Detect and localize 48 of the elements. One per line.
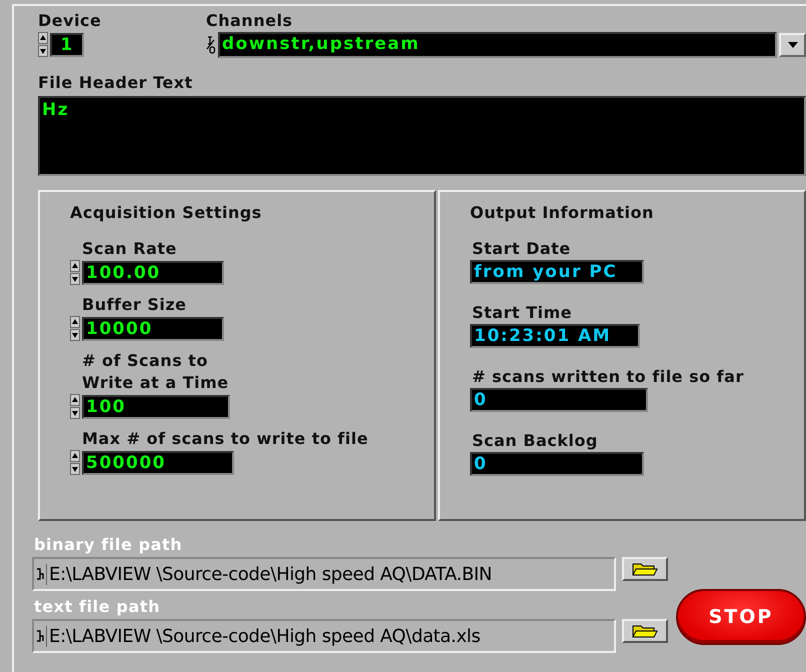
path-field[interactable]: E:\LABVIEW \Source-code\High speed AQ\data.xls <box>32 619 616 653</box>
decrement-button[interactable] <box>70 329 80 341</box>
numeric-input[interactable]: 100 <box>82 394 230 418</box>
folder-icon <box>632 624 658 638</box>
channels-label: Channels <box>206 10 294 32</box>
increment-button[interactable] <box>38 32 48 44</box>
increment-button[interactable] <box>70 394 80 406</box>
increment-button[interactable] <box>70 450 80 462</box>
path-field[interactable]: E:\LABVIEW \Source-code\High speed AQ\DATA.BIN <box>32 557 616 591</box>
stop-button[interactable]: STOP <box>676 589 806 645</box>
path-icon <box>36 567 44 581</box>
field-label: Buffer Size <box>81 294 188 316</box>
value-display: 0 <box>470 388 648 412</box>
browse-button[interactable] <box>622 619 668 643</box>
value-display: 10:23:01 AM <box>470 324 640 348</box>
field-label: # scans written to file so far <box>471 366 745 388</box>
field-label: Max # of scans to write to file <box>81 428 370 450</box>
decrement-button[interactable] <box>70 273 80 285</box>
file-header-field[interactable]: Hz <box>38 96 806 176</box>
value-display: 0 <box>470 452 644 476</box>
decrement-button[interactable] <box>38 45 48 57</box>
numeric-input[interactable]: 100.00 <box>82 260 224 284</box>
panel-title: Acquisition Settings <box>70 202 263 224</box>
dropdown-button[interactable] <box>779 33 806 57</box>
path-label: text file path <box>34 596 162 618</box>
file-header-label: File Header Text <box>38 72 194 94</box>
path-icon <box>36 629 44 643</box>
value-display: from your PC <box>470 260 644 284</box>
folder-icon <box>632 562 658 576</box>
field-label: Scan Rate <box>81 238 178 260</box>
increment-button[interactable] <box>70 316 80 328</box>
path-label: binary file path <box>34 534 184 556</box>
field-label: Start Date <box>471 238 572 260</box>
numeric-input[interactable]: 500000 <box>82 450 234 474</box>
field-label: Scan Backlog <box>471 430 599 452</box>
panel-title: Output Information <box>470 202 655 224</box>
io-icon <box>206 35 216 55</box>
device-input[interactable]: 1 <box>50 32 84 56</box>
field-label: # of Scans to Write at a Time <box>81 350 230 394</box>
device-label: Device <box>38 10 102 32</box>
field-label: Start Time <box>471 302 573 324</box>
decrement-button[interactable] <box>70 407 80 419</box>
increment-button[interactable] <box>70 260 80 272</box>
numeric-input[interactable]: 10000 <box>82 316 224 340</box>
caret-icon <box>788 42 798 48</box>
browse-button[interactable] <box>622 557 668 581</box>
channels-field[interactable]: downstr,upstream <box>218 32 777 58</box>
decrement-button[interactable] <box>70 463 80 475</box>
